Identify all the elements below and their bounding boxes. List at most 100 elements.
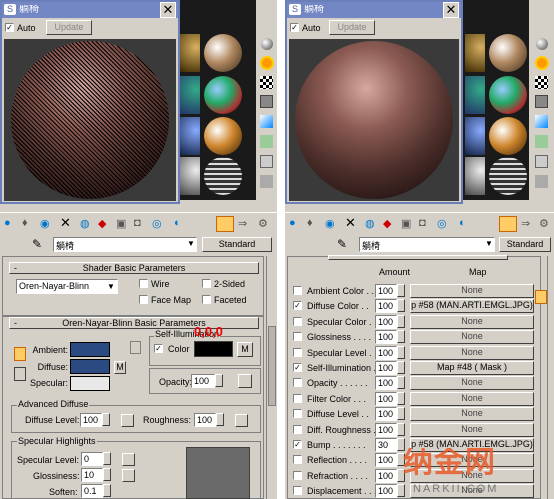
map-amount-spinner[interactable]	[397, 299, 405, 312]
map-amount-input[interactable]: 100	[375, 484, 397, 498]
specular-level-map-button[interactable]	[122, 453, 135, 466]
opacity-spinner[interactable]	[215, 374, 223, 387]
map-amount-spinner[interactable]	[397, 376, 405, 389]
map-enable-checkbox[interactable]	[293, 378, 302, 387]
map-amount-spinner[interactable]	[397, 346, 405, 359]
navigate-icon[interactable]: ⚙	[539, 217, 549, 230]
put-to-scene-icon[interactable]: ♦	[22, 217, 36, 231]
map-amount-input[interactable]: 100	[375, 392, 397, 406]
slot-sphere[interactable]	[465, 157, 485, 195]
left-scrollbar-thumb[interactable]	[268, 326, 276, 406]
map-amount-input[interactable]: 100	[375, 423, 397, 437]
video-check-icon[interactable]	[260, 115, 273, 128]
glossiness-map-button[interactable]	[122, 469, 135, 482]
auto-checkbox[interactable]: ✓	[5, 23, 14, 32]
slot-sphere[interactable]	[204, 117, 242, 155]
material-name-field[interactable]: 躺椅	[359, 237, 495, 252]
select-by-material-icon[interactable]	[260, 175, 273, 188]
map-enable-checkbox[interactable]	[293, 486, 302, 495]
slot-sphere[interactable]	[180, 157, 200, 195]
map-slot-button[interactable]: None	[410, 392, 534, 406]
faceted-checkbox[interactable]	[202, 295, 211, 304]
lock-icon[interactable]	[130, 341, 141, 354]
slot-sphere[interactable]	[465, 76, 485, 114]
map-enable-checkbox[interactable]	[293, 455, 302, 464]
map-enable-checkbox[interactable]: ✓	[293, 301, 302, 310]
close-icon[interactable]: ✕	[443, 2, 459, 18]
slot-sphere[interactable]	[180, 34, 200, 72]
map-amount-input[interactable]: 100	[375, 315, 397, 329]
roughness-spinner[interactable]	[216, 413, 224, 426]
backlight-icon[interactable]	[260, 56, 274, 70]
map-slot-button[interactable]: None	[410, 284, 534, 298]
map-amount-input[interactable]: 30	[375, 438, 397, 452]
show-end-result-icon[interactable]: ◐	[174, 217, 188, 231]
map-amount-spinner[interactable]	[397, 361, 405, 374]
chevron-down-icon[interactable]: ▼	[187, 239, 195, 248]
map-amount-input[interactable]: 100	[375, 376, 397, 390]
select-by-material-icon[interactable]	[535, 175, 548, 188]
opacity-input[interactable]: 100	[191, 374, 215, 388]
put-to-library-icon[interactable]: ▣	[401, 217, 411, 230]
make-copy-icon[interactable]: ◍	[80, 217, 94, 231]
two-sided-checkbox[interactable]	[202, 279, 211, 288]
soften-spinner[interactable]	[103, 484, 111, 497]
map-amount-input[interactable]: 100	[375, 346, 397, 360]
left-scrollbar[interactable]	[266, 256, 277, 499]
map-amount-input[interactable]: 100	[375, 469, 397, 483]
sample-type-icon[interactable]	[261, 38, 273, 50]
specular-level-spinner[interactable]	[103, 452, 111, 465]
slot-sphere[interactable]	[489, 76, 527, 114]
video-check-icon[interactable]	[535, 115, 548, 128]
lock-ambient-icon[interactable]	[14, 347, 26, 361]
preview-icon[interactable]	[535, 135, 548, 148]
uv-tiling-icon[interactable]	[535, 95, 548, 108]
map-slot-button[interactable]: None	[410, 346, 534, 360]
show-map-icon[interactable]: ◎	[152, 217, 166, 231]
update-button[interactable]: Update	[329, 20, 375, 35]
diffuse-map-button[interactable]: M	[114, 361, 126, 374]
map-enable-checkbox[interactable]: ✓	[293, 440, 302, 449]
lock-diffuse-icon[interactable]	[14, 367, 26, 381]
go-forward-icon[interactable]: ⇒	[521, 217, 530, 230]
map-amount-spinner[interactable]	[397, 423, 405, 436]
slot-sphere[interactable]	[204, 34, 242, 72]
map-amount-spinner[interactable]	[397, 407, 405, 420]
map-enable-checkbox[interactable]	[293, 332, 302, 341]
backlight-icon[interactable]	[535, 56, 549, 70]
map-enable-checkbox[interactable]	[293, 348, 302, 357]
chevron-down-icon[interactable]: ▼	[485, 239, 493, 248]
slot-sphere[interactable]	[489, 157, 527, 195]
material-name-field[interactable]: 躺椅	[53, 237, 197, 252]
go-forward-icon[interactable]: ⇒	[238, 217, 252, 231]
material-id-icon[interactable]: ◘	[134, 217, 148, 231]
slot-sphere[interactable]	[489, 117, 527, 155]
map-slot-button[interactable]: None	[410, 330, 534, 344]
map-amount-spinner[interactable]	[397, 315, 405, 328]
opacity-map-button[interactable]	[238, 374, 252, 388]
reset-icon[interactable]: ✕	[60, 215, 74, 230]
map-amount-spinner[interactable]	[397, 330, 405, 343]
self-illum-map-button[interactable]: M	[237, 342, 253, 357]
ambient-swatch[interactable]	[70, 342, 110, 357]
standard-type-button[interactable]: Standard	[499, 237, 551, 252]
map-enable-checkbox[interactable]	[293, 409, 302, 418]
get-material-icon[interactable]: ●	[289, 217, 296, 229]
standard-type-button[interactable]: Standard	[202, 237, 272, 252]
map-amount-input[interactable]: 100	[375, 361, 397, 375]
slot-sphere[interactable]	[465, 34, 485, 72]
map-amount-input[interactable]: 100	[375, 330, 397, 344]
auto-checkbox[interactable]: ✓	[290, 23, 299, 32]
map-slot-button[interactable]: None	[410, 376, 534, 390]
assign-icon[interactable]: ◉	[40, 217, 54, 231]
right-scrollbar[interactable]	[547, 256, 554, 499]
sample-type-icon[interactable]	[536, 38, 548, 50]
show-map-icon[interactable]: ◎	[437, 217, 447, 230]
slot-sphere[interactable]	[489, 34, 527, 72]
map-enable-checkbox[interactable]	[293, 425, 302, 434]
map-slot-button[interactable]: None	[410, 423, 534, 437]
wire-checkbox[interactable]	[139, 279, 148, 288]
map-enable-checkbox[interactable]	[293, 394, 302, 403]
background-icon[interactable]	[260, 76, 273, 89]
slot-sphere[interactable]	[180, 76, 200, 114]
